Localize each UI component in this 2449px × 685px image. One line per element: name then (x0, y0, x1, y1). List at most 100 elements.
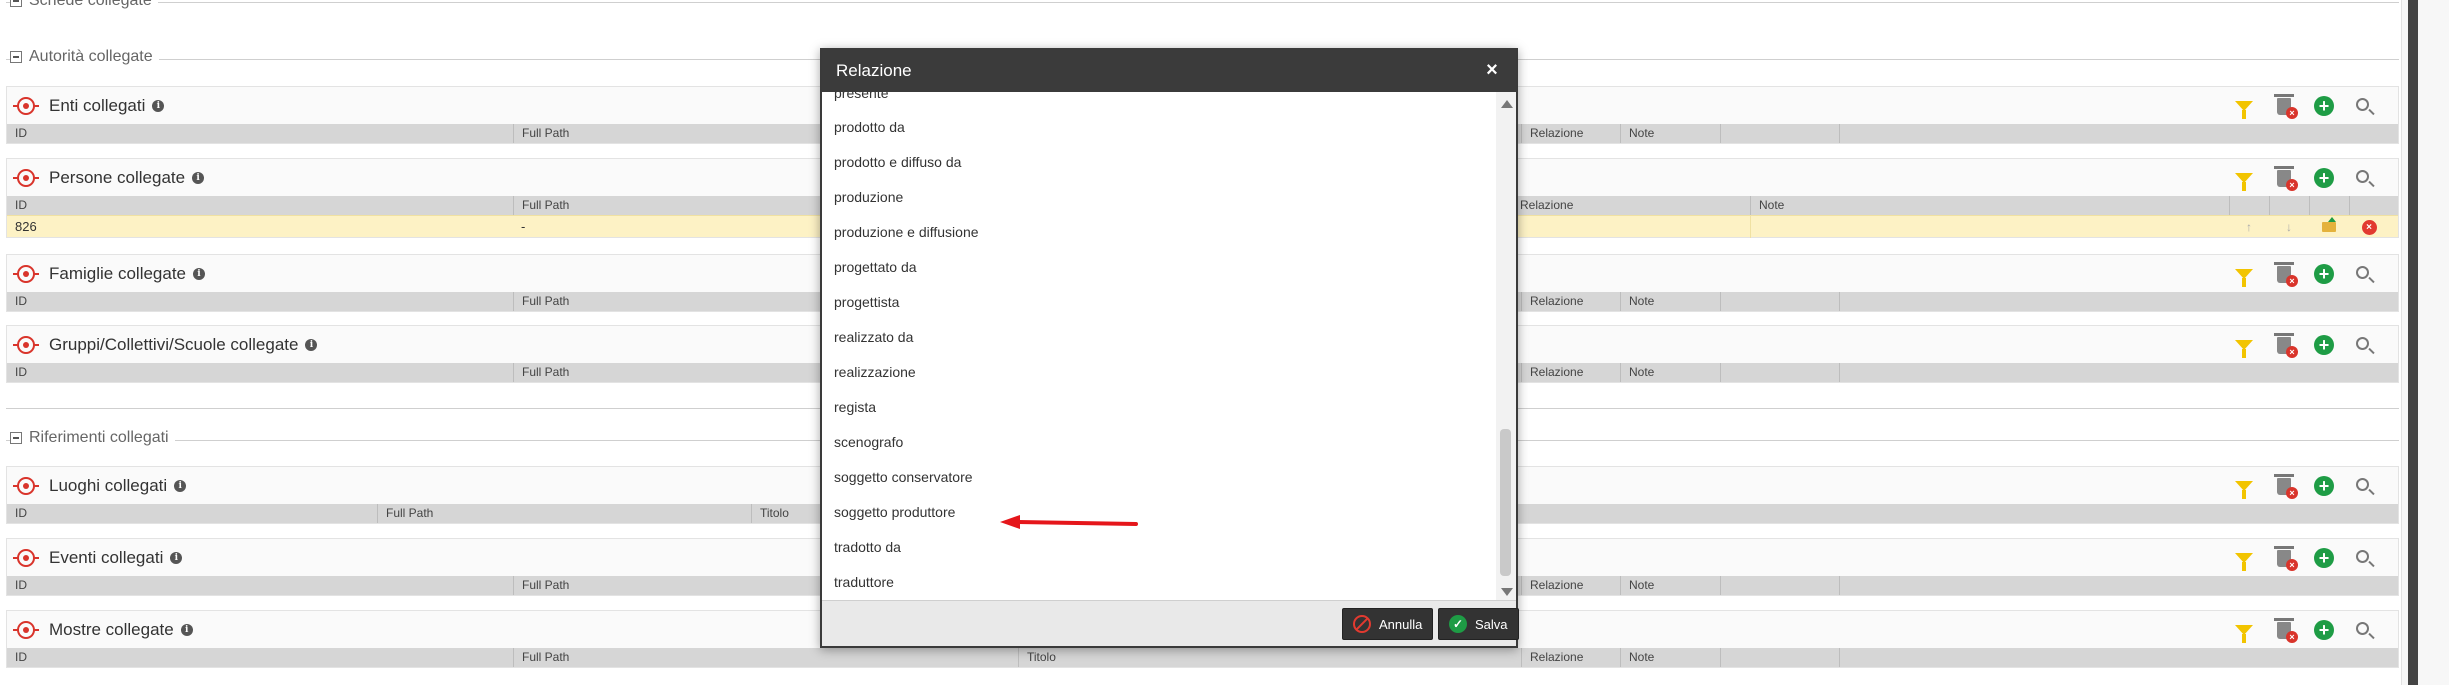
col-header[interactable]: Relazione (1521, 648, 1583, 667)
scroll-down-icon[interactable] (1501, 588, 1513, 596)
filter-button[interactable] (2230, 618, 2258, 643)
collapse-icon[interactable] (10, 51, 22, 63)
section-riferimenti-legend[interactable]: Riferimenti collegati (10, 429, 175, 447)
delete-button[interactable]: × (2270, 617, 2298, 643)
target-icon (13, 548, 39, 567)
info-icon[interactable]: i (193, 267, 206, 280)
add-button[interactable]: + (2310, 94, 2338, 118)
info-icon[interactable]: i (180, 623, 193, 636)
filter-button[interactable] (2230, 262, 2258, 287)
filter-button[interactable] (2230, 94, 2258, 119)
delete-button[interactable]: × (2270, 473, 2298, 499)
add-button[interactable]: + (2310, 262, 2338, 286)
delete-button[interactable]: × (2270, 332, 2298, 358)
move-up-button[interactable]: ↑ (2241, 219, 2257, 235)
list-item[interactable]: soggetto conservatore (834, 460, 973, 494)
list-item[interactable]: presente (834, 92, 888, 110)
search-button[interactable] (2350, 474, 2378, 498)
cancel-button[interactable]: Annulla (1342, 608, 1434, 640)
dialog-footer: Annulla ✓ Salva (822, 600, 1519, 646)
close-icon[interactable]: × (1482, 60, 1502, 80)
list-item[interactable]: produzione e diffusione (834, 215, 979, 249)
save-button[interactable]: ✓ Salva (1438, 608, 1519, 640)
col-header[interactable]: Full Path (513, 648, 569, 667)
col-header[interactable]: ID (7, 576, 27, 595)
move-down-button[interactable]: ↓ (2281, 219, 2297, 235)
list-item[interactable]: tradotto da (834, 530, 901, 564)
col-header[interactable]: ID (7, 124, 27, 143)
search-button[interactable] (2350, 618, 2378, 642)
list-item[interactable]: produzione (834, 180, 903, 214)
col-header[interactable]: ID (7, 292, 27, 311)
col-header[interactable]: ID (7, 648, 27, 667)
col-header[interactable]: Relazione (1521, 363, 1583, 382)
col-header[interactable]: ID (7, 196, 27, 215)
col-header[interactable]: Full Path (513, 576, 569, 595)
open-record-button[interactable] (2321, 217, 2337, 235)
info-icon[interactable]: i (174, 479, 187, 492)
col-header[interactable]: Full Path (513, 124, 569, 143)
collapse-icon[interactable] (10, 432, 22, 444)
add-button[interactable]: + (2310, 333, 2338, 357)
col-header[interactable]: Full Path (513, 363, 569, 382)
col-header[interactable]: Titolo (1018, 648, 1056, 667)
info-icon[interactable]: i (170, 551, 183, 564)
delete-button[interactable]: × (2270, 261, 2298, 287)
list-item[interactable]: prodotto e diffuso da (834, 145, 961, 179)
col-header[interactable]: Full Path (513, 292, 569, 311)
col-header[interactable]: Note (1620, 292, 1654, 311)
add-button[interactable]: + (2310, 618, 2338, 642)
col-header[interactable]: Relazione (1511, 196, 1573, 215)
col-header[interactable]: ID (7, 504, 27, 523)
col-header[interactable]: Note (1620, 363, 1654, 382)
col-header[interactable]: Full Path (377, 504, 433, 523)
scroll-up-icon[interactable] (1501, 100, 1513, 108)
search-button[interactable] (2350, 546, 2378, 570)
search-button[interactable] (2350, 166, 2378, 190)
col-header[interactable]: Relazione (1521, 124, 1583, 143)
col-header[interactable]: Note (1620, 648, 1654, 667)
delete-button[interactable]: × (2270, 93, 2298, 119)
col-header[interactable]: Note (1620, 576, 1654, 595)
list-item[interactable]: scenografo (834, 425, 903, 459)
search-button[interactable] (2350, 262, 2378, 286)
add-button[interactable]: + (2310, 546, 2338, 570)
info-icon[interactable]: i (192, 171, 205, 184)
list-scrollbar[interactable] (1496, 92, 1516, 602)
section-schede-legend[interactable]: Schede collegate (10, 0, 158, 10)
col-header[interactable]: Relazione (1521, 292, 1583, 311)
col-header[interactable]: Note (1620, 124, 1654, 143)
col-header[interactable]: Full Path (513, 196, 569, 215)
list-item[interactable]: realizzazione (834, 355, 916, 389)
remove-badge-icon: × (2286, 346, 2298, 358)
collapse-icon[interactable] (10, 0, 22, 7)
filter-button[interactable] (2230, 546, 2258, 571)
list-item[interactable]: progettato da (834, 250, 917, 284)
remove-badge-icon: × (2286, 631, 2298, 643)
cell-note[interactable] (1750, 216, 1759, 238)
info-icon[interactable]: i (152, 99, 165, 112)
list-item-soggetto-produttore[interactable]: soggetto produttore (834, 495, 955, 529)
list-item[interactable]: regista (834, 390, 876, 424)
filter-button[interactable] (2230, 333, 2258, 358)
list-item[interactable]: progettista (834, 285, 899, 319)
section-autorita-legend[interactable]: Autorità collegate (10, 48, 159, 66)
filter-button[interactable] (2230, 166, 2258, 191)
filter-button[interactable] (2230, 474, 2258, 499)
search-button[interactable] (2350, 94, 2378, 118)
scroll-thumb[interactable] (1500, 429, 1511, 576)
add-button[interactable]: + (2310, 166, 2338, 190)
col-header[interactable]: Relazione (1521, 576, 1583, 595)
remove-row-button[interactable]: × (2361, 219, 2377, 235)
list-item[interactable]: traduttore (834, 565, 894, 599)
info-icon[interactable]: i (305, 338, 318, 351)
col-header[interactable]: Titolo (751, 504, 789, 523)
delete-button[interactable]: × (2270, 545, 2298, 571)
search-button[interactable] (2350, 333, 2378, 357)
delete-button[interactable]: × (2270, 165, 2298, 191)
add-button[interactable]: + (2310, 474, 2338, 498)
col-header[interactable]: Note (1750, 196, 1784, 215)
list-item[interactable]: prodotto da (834, 110, 905, 144)
list-item[interactable]: realizzato da (834, 320, 913, 354)
col-header[interactable]: ID (7, 363, 27, 382)
